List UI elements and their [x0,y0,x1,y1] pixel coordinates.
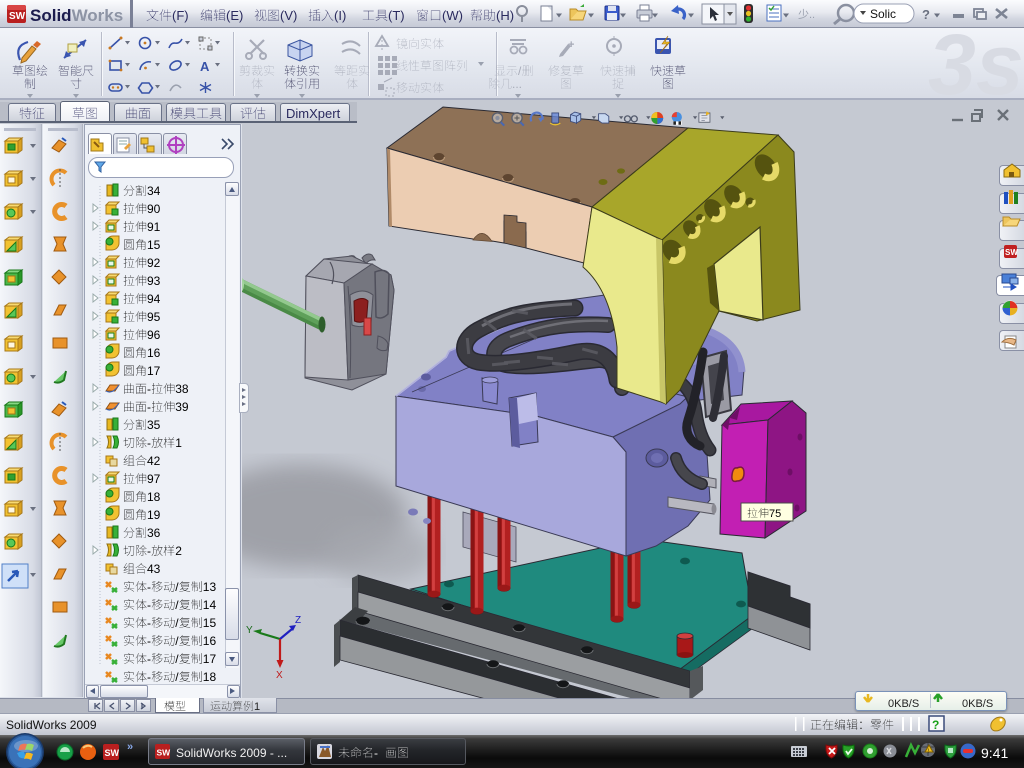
svg-text:0KB/S: 0KB/S [962,698,993,710]
svg-text:13: 13 [203,580,217,594]
svg-text:SolidWorks: SolidWorks [30,6,123,25]
svg-text:Solic: Solic [870,7,896,21]
svg-text:93: 93 [147,274,161,288]
svg-text:-: - [147,634,151,648]
svg-text:!: ! [928,749,929,755]
svg-text:(H): (H) [496,8,514,23]
svg-text:17: 17 [147,364,161,378]
svg-text:39: 39 [175,400,189,414]
svg-text:16: 16 [203,634,217,648]
svg-text:17: 17 [203,652,217,666]
svg-text:(I): (I) [334,8,346,23]
svg-text:-: - [147,382,151,396]
svg-text:/: / [518,64,522,78]
svg-text:-: - [147,616,151,630]
svg-text:1: 1 [254,701,260,713]
svg-text:0KB/S: 0KB/S [888,698,919,710]
svg-text:18: 18 [203,670,217,684]
svg-text:-: - [374,746,378,760]
svg-text:-: - [147,544,151,558]
svg-text:/: / [175,670,179,684]
svg-text:1: 1 [175,436,182,450]
svg-text:SolidWorks 2009 - ...: SolidWorks 2009 - ... [176,746,287,760]
svg-text:18: 18 [147,490,161,504]
svg-text:-: - [147,598,151,612]
svg-text:38: 38 [175,382,189,396]
svg-text:15: 15 [203,616,217,630]
svg-text:-: - [147,400,151,414]
svg-text:SW: SW [157,748,172,758]
svg-text:(W): (W) [442,8,463,23]
svg-text:19: 19 [147,508,161,522]
svg-text:95: 95 [147,310,161,324]
svg-text:90: 90 [147,202,161,216]
svg-text:(F): (F) [172,8,189,23]
svg-text:-: - [147,580,151,594]
svg-text:...: ... [512,77,522,91]
svg-text:/: / [175,652,179,666]
svg-text:-: - [147,436,151,450]
svg-text:35: 35 [147,418,161,432]
svg-text:/: / [175,616,179,630]
svg-text:(E): (E) [226,8,243,23]
svg-text:+: + [568,39,574,51]
svg-text:2: 2 [175,544,182,558]
svg-text:(V): (V) [280,8,297,23]
svg-text:SolidWorks 2009: SolidWorks 2009 [6,718,97,732]
svg-text:A: A [200,59,210,74]
svg-text:(T): (T) [388,8,405,23]
svg-text:SW: SW [9,11,26,22]
svg-text:?: ? [932,718,939,732]
svg-text:/: / [175,598,179,612]
svg-text:15: 15 [147,238,161,252]
svg-text:-: - [147,670,151,684]
svg-text:75: 75 [769,508,781,520]
svg-text:3s: 3s [928,17,1024,113]
svg-text:36: 36 [147,526,161,540]
svg-text:16: 16 [147,346,161,360]
svg-text:/: / [175,634,179,648]
svg-text:-: - [147,652,151,666]
svg-text:DimXpert: DimXpert [286,106,341,121]
svg-text:43: 43 [147,562,161,576]
svg-text:92: 92 [147,256,161,270]
svg-text:少..: 少.. [798,8,815,21]
svg-text:SW: SW [1005,248,1018,257]
svg-text:91: 91 [147,220,161,234]
svg-text:42: 42 [147,454,161,468]
svg-text:14: 14 [203,598,217,612]
svg-text:SW: SW [105,748,120,758]
svg-text:96: 96 [147,328,161,342]
svg-text:»: » [127,741,133,753]
svg-text:97: 97 [147,472,161,486]
svg-text:/: / [175,580,179,594]
svg-text:34: 34 [147,184,161,198]
svg-text:9:41: 9:41 [981,745,1008,761]
svg-text:94: 94 [147,292,161,306]
